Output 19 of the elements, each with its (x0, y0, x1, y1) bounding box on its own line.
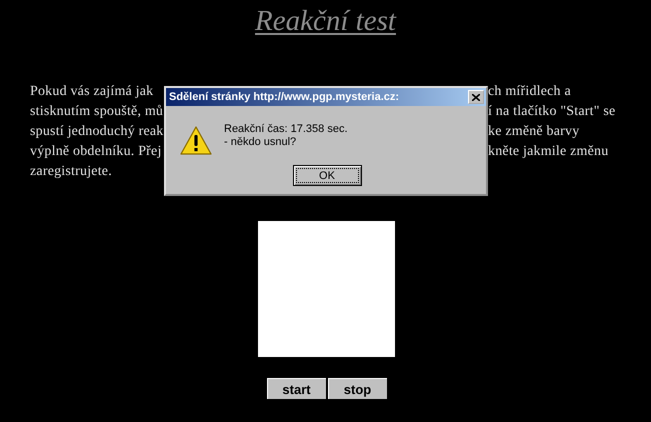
intro-text: spustí jednoduchý reak (30, 123, 164, 141)
warning-icon (180, 126, 212, 156)
intro-text: Pokud vás zajímá jak (30, 83, 154, 101)
close-icon (472, 94, 480, 100)
control-button[interactable]: stop (328, 378, 386, 399)
dialog-message: - někdo usnul? (224, 136, 298, 149)
dialog-message: Reakční čas: 17.358 sec. (224, 123, 348, 136)
intro-text: ch mířidlech a (488, 83, 571, 101)
intro-text: ke změně barvy (488, 123, 580, 141)
close-button[interactable] (468, 90, 484, 104)
intro-text: kněte jakmile změnu (488, 143, 608, 161)
ok-button[interactable]: OK (292, 165, 362, 186)
intro-text: í na tlačítko "Start" se (488, 103, 616, 121)
intro-text: stisknutím spouště, mů (30, 103, 164, 121)
page-title: Reakční test (255, 4, 396, 39)
control-button[interactable]: start (266, 378, 326, 399)
intro-text: zaregistrujete. (30, 163, 112, 181)
intro-text: výplně obdelníku. Přej (30, 143, 162, 161)
dialog-title: Sdělení stránky http://www.pgp.mysteria.cz: (169, 91, 400, 103)
